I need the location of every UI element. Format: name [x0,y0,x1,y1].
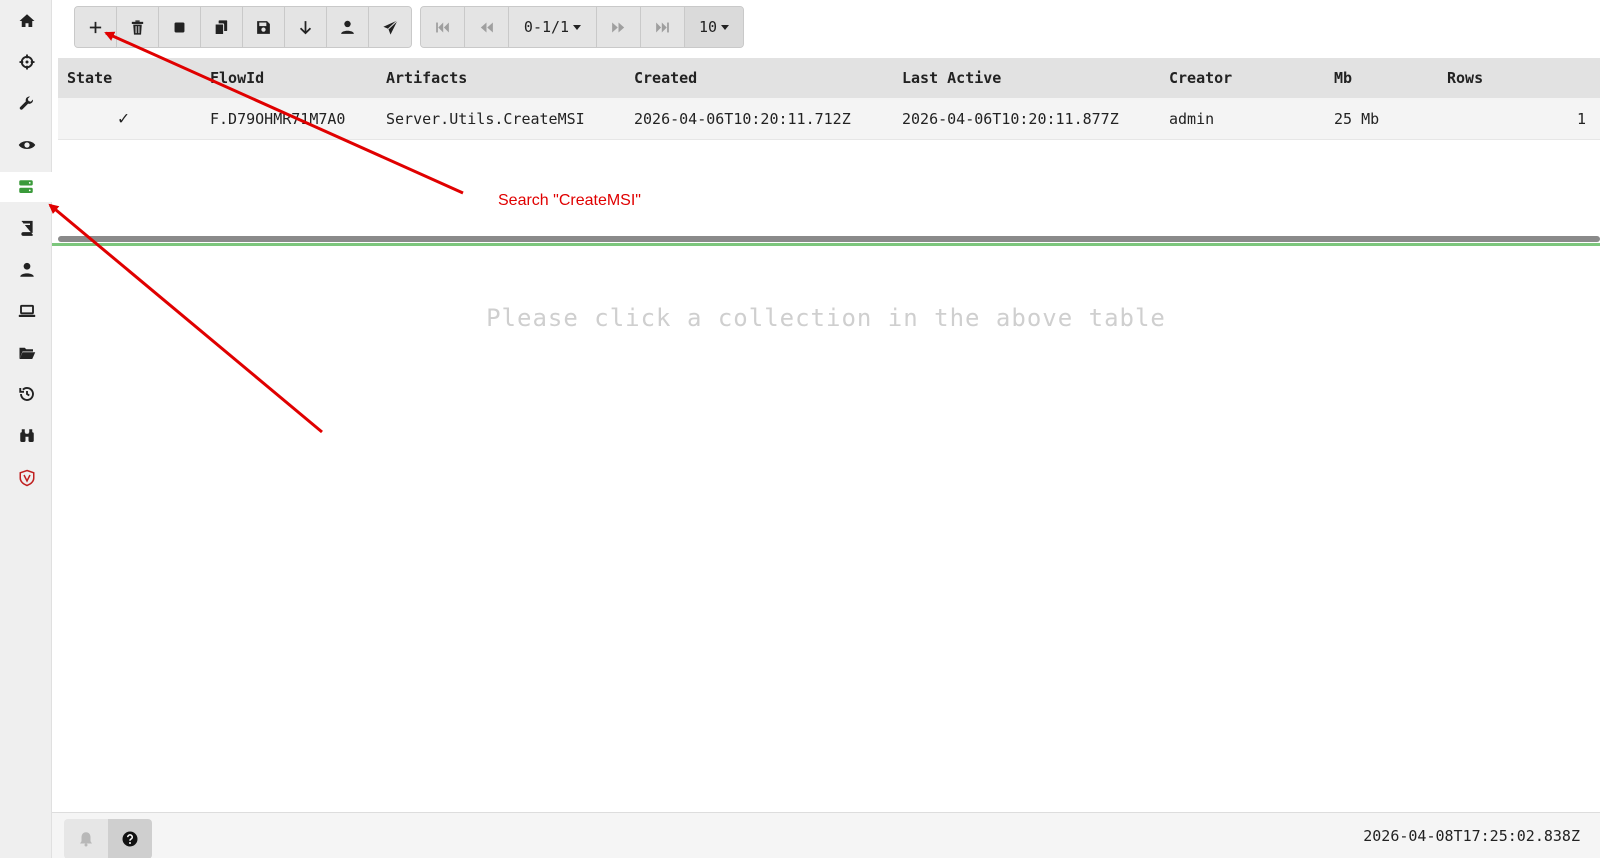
status-footer: 2026-04-08T17:25:02.838Z [52,812,1600,858]
download-icon [299,20,312,34]
flow-id-cell[interactable]: F.D79OHMR71M7A0 [210,98,345,139]
last-active-cell: 2026-04-06T10:20:11.877Z [902,109,1119,128]
artifacts-cell: Server.Utils.CreateMSI [386,109,585,128]
copy-icon [214,19,228,35]
binoculars-icon [20,429,34,442]
sidebar-item-about[interactable] [10,463,44,493]
annotation-label: Search "CreateMSI" [498,192,641,209]
next-page-button[interactable] [597,7,641,47]
server-clock: 2026-04-08T17:25:02.838Z [1363,827,1580,845]
sidebar-item-events[interactable] [10,130,44,160]
send-button[interactable] [369,7,411,47]
rows-cell: 1 [1576,109,1586,128]
send-icon [382,19,398,35]
velociraptor-logo-icon [19,469,35,487]
rewind-icon [480,22,493,32]
table-row[interactable]: ✓ F.D79OHMR71M7A0 Server.Utils.CreateMSI… [58,98,1600,140]
action-button-group [74,6,412,48]
column-header-artifacts[interactable]: Artifacts [386,58,467,98]
stop-icon [174,22,185,32]
new-collection-button[interactable] [75,7,117,47]
previous-page-button[interactable] [465,7,509,47]
first-page-icon [436,22,449,32]
question-circle-icon [122,831,138,847]
footer-button-group [64,819,152,858]
sidebar-item-notebooks[interactable] [10,213,44,243]
download-button[interactable] [285,7,327,47]
fast-forward-icon [612,22,625,32]
user-button[interactable] [327,7,369,47]
page-size-dropdown[interactable]: 10 [685,7,743,47]
sidebar-item-server-artifacts[interactable] [0,172,52,202]
sidebar-item-artifacts[interactable] [10,89,44,119]
folder-open-icon [19,347,36,359]
page-range-dropdown[interactable]: 0-1/1 [509,7,597,47]
pane-divider [52,243,1600,246]
column-header-state[interactable]: State [67,58,112,98]
pagination-group: 0-1/1 10 [420,6,744,48]
page-range-label: 0-1/1 [523,18,570,36]
eye-icon [18,141,36,149]
toolbar: 0-1/1 10 [74,6,744,48]
state-check-icon: ✓ [118,108,129,129]
pane-splitter-handle[interactable] [58,236,1600,242]
page-size-label: 10 [698,18,718,36]
last-page-icon [656,22,669,32]
user-icon [341,20,354,34]
table-header: State FlowId Artifacts Created Last Acti… [58,58,1600,98]
save-icon [257,20,270,34]
home-icon [19,14,35,27]
stop-button[interactable] [159,7,201,47]
plus-icon [89,21,102,33]
delete-button[interactable] [117,7,159,47]
first-page-button[interactable] [421,7,465,47]
column-header-creator[interactable]: Creator [1169,58,1232,98]
book-icon [21,220,33,236]
server-icon [19,180,33,193]
wrench-icon [19,96,34,110]
creator-cell: admin [1169,109,1215,128]
trash-icon [131,19,144,35]
crosshair-icon [19,54,35,70]
sidebar-item-files[interactable] [10,338,44,368]
chevron-down-icon [721,24,730,30]
column-header-created[interactable]: Created [634,58,697,98]
bell-icon [80,832,92,847]
column-header-flowid[interactable]: FlowId [210,58,264,98]
mb-cell: 25 Mb [1334,109,1380,128]
sidebar-item-hunt[interactable] [10,47,44,77]
sidebar [0,0,52,858]
last-page-button[interactable] [641,7,685,47]
created-cell: 2026-04-06T10:20:11.712Z [634,109,851,128]
sidebar-item-search[interactable] [10,421,44,451]
chevron-down-icon [573,24,582,30]
notifications-button[interactable] [64,819,108,858]
column-header-mb[interactable]: Mb [1334,58,1352,98]
column-header-last-active[interactable]: Last Active [902,58,1001,98]
sidebar-item-history[interactable] [10,379,44,409]
sidebar-item-home[interactable] [10,6,44,36]
detail-placeholder: Please click a collection in the above t… [486,304,1166,332]
history-icon [19,387,34,401]
help-button[interactable] [108,819,152,858]
column-header-rows[interactable]: Rows [1447,58,1483,98]
user-icon [20,262,34,277]
copy-button[interactable] [201,7,243,47]
sidebar-item-users[interactable] [10,255,44,285]
save-button[interactable] [243,7,285,47]
collections-table: State FlowId Artifacts Created Last Acti… [58,58,1600,140]
